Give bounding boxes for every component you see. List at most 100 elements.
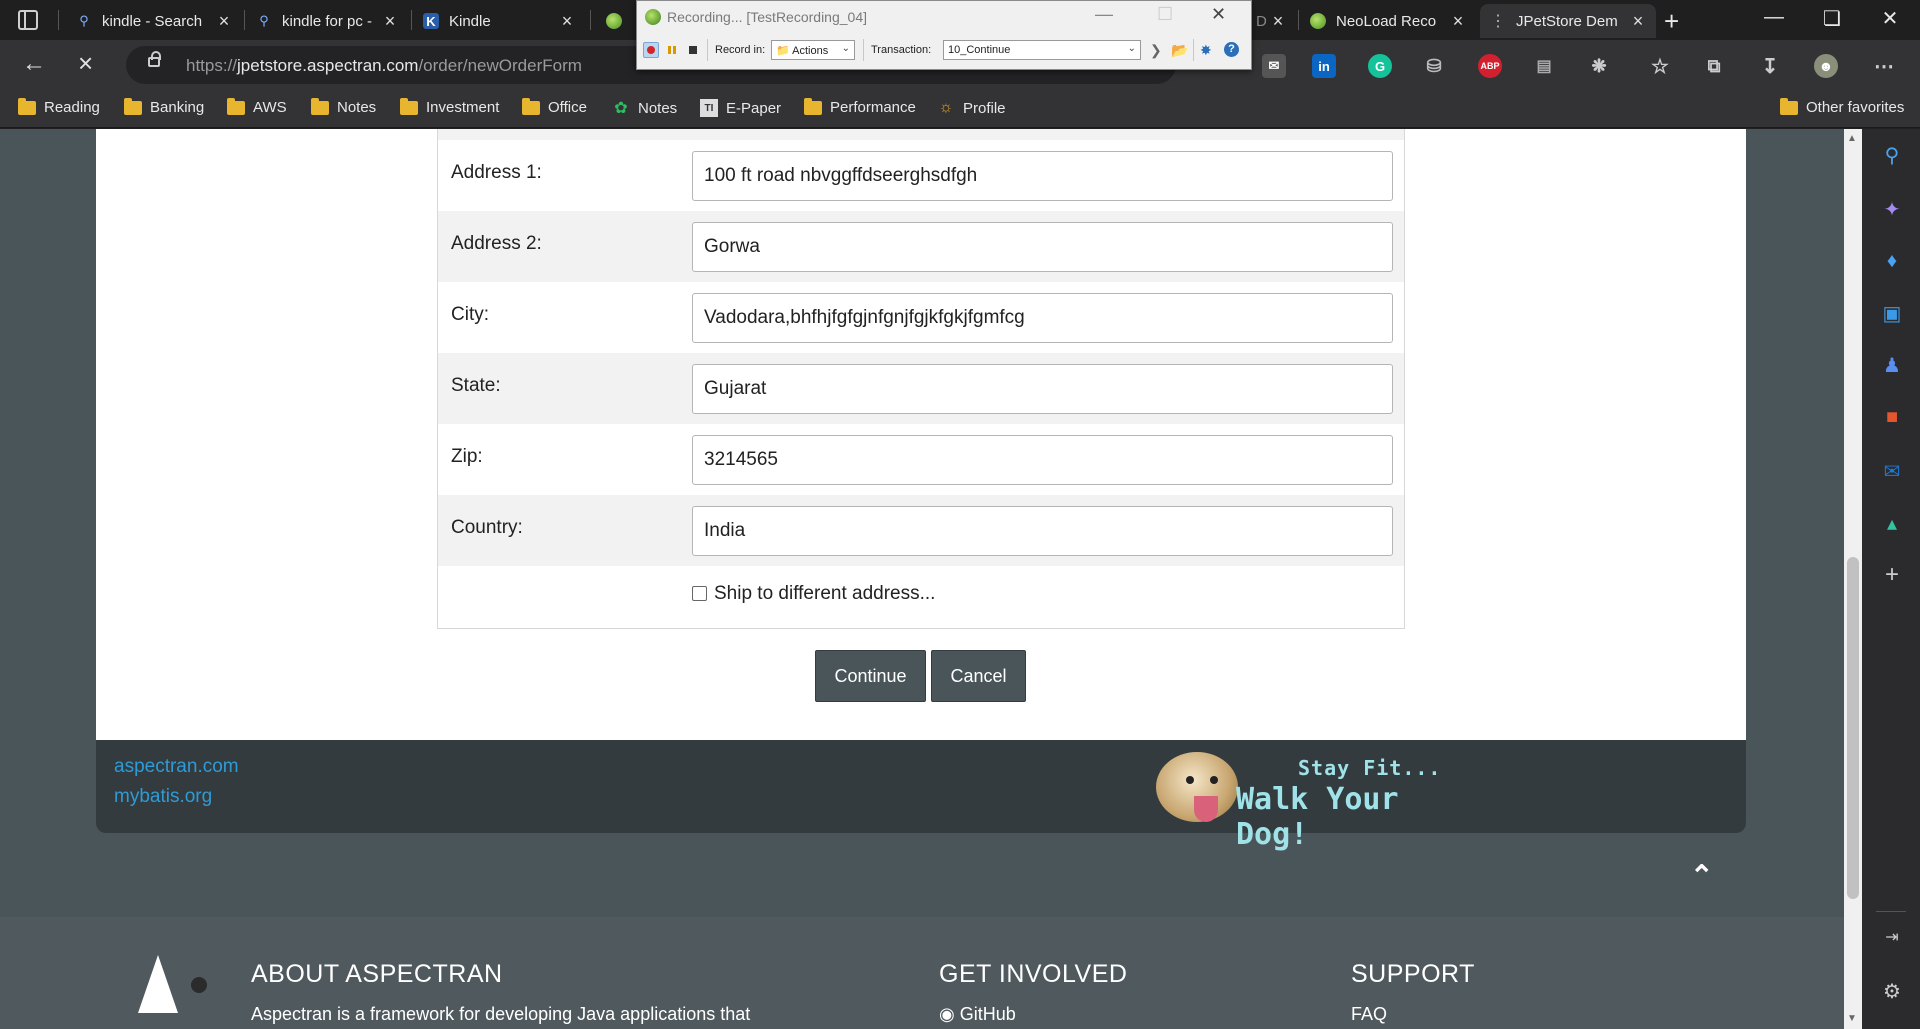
record-in-value: Actions [792, 45, 829, 57]
scroll-to-top-icon[interactable]: ⌃ [1690, 859, 1713, 892]
aspectran-logo [138, 955, 178, 1013]
minimize-icon[interactable]: — [1754, 6, 1794, 29]
zip-input[interactable] [692, 435, 1393, 485]
faq-link[interactable]: FAQ [1351, 1004, 1387, 1025]
address1-input[interactable] [692, 151, 1393, 201]
downloads-icon[interactable]: ↧ [1758, 54, 1782, 78]
close-icon[interactable]: × [557, 11, 577, 32]
favorites-star-icon[interactable]: ☆ [1648, 54, 1672, 78]
tab-kindle-search[interactable]: ⚲ kindle - Search × [66, 4, 242, 38]
url-text[interactable]: https://jpetstore.aspectran.com/order/ne… [186, 56, 582, 76]
bookmark-aws[interactable]: AWS [227, 97, 287, 116]
bookmark-notes[interactable]: Notes [311, 97, 376, 116]
city-input[interactable] [692, 293, 1393, 343]
table-row-ship-different: Ship to different address... [438, 566, 1404, 628]
record-button[interactable] [643, 42, 659, 58]
tab-jpetstore[interactable]: ⋮ JPetStore Dem × [1480, 4, 1656, 38]
ship-different-label[interactable]: Ship to different address... [714, 583, 935, 605]
scroll-up-arrow-icon[interactable]: ▲ [1847, 133, 1857, 144]
restore-icon[interactable]: ❏ [1812, 6, 1852, 31]
close-icon[interactable]: × [1448, 11, 1468, 32]
new-tab-icon[interactable]: + [1664, 6, 1679, 37]
state-label: State: [451, 375, 501, 396]
search-icon[interactable]: ⚲ [1880, 143, 1904, 167]
country-input[interactable] [692, 506, 1393, 556]
continue-button[interactable]: Continue [815, 650, 926, 702]
stop-loading-icon[interactable]: × [78, 48, 93, 79]
tab-actions-icon[interactable] [18, 10, 38, 30]
bookmark-investment[interactable]: Investment [400, 97, 499, 116]
scrollbar-thumb[interactable] [1847, 557, 1859, 899]
tab-neoload-1[interactable] [596, 4, 636, 38]
bookmark-office[interactable]: Office [522, 97, 587, 116]
close-icon[interactable]: × [214, 11, 234, 32]
office-icon[interactable]: ■ [1880, 405, 1904, 429]
scroll-down-arrow-icon[interactable]: ▼ [1847, 1013, 1857, 1024]
close-icon[interactable]: × [1268, 11, 1288, 32]
bookmark-other-favorites[interactable]: Other favorites [1780, 97, 1904, 116]
adblock-plus-icon[interactable]: ABP [1478, 54, 1502, 78]
outlook-icon[interactable]: ✉ [1880, 459, 1904, 483]
transaction-select[interactable]: 10_Continue ⌄ [943, 40, 1141, 60]
github-icon: ◉ [939, 1004, 960, 1024]
address2-input[interactable] [692, 222, 1393, 272]
tab-kindle[interactable]: K Kindle × [413, 4, 585, 38]
ship-different-checkbox[interactable] [692, 586, 707, 601]
page-scrollbar[interactable]: ▲ ▼ [1844, 129, 1862, 1029]
hide-sidebar-icon[interactable]: ⇥ [1880, 925, 1904, 949]
drop-icon[interactable]: ▴ [1880, 511, 1904, 535]
more-menu-icon[interactable]: ⋯ [1872, 54, 1896, 78]
mail-extension-icon[interactable]: ✉ [1262, 54, 1286, 78]
shopping-tag-icon[interactable]: ♦ [1880, 249, 1904, 273]
pause-button[interactable] [664, 42, 680, 58]
footer-link-mybatis[interactable]: mybatis.org [114, 786, 212, 808]
search-icon: ⚲ [79, 13, 89, 28]
tab-kindle-for-pc[interactable]: ⚲ kindle for pc - × [246, 4, 408, 38]
grammarly-icon[interactable]: G [1368, 54, 1392, 78]
back-arrow-icon[interactable]: ← [22, 50, 46, 78]
chart-extension-icon[interactable]: ▤ [1532, 54, 1556, 78]
record-in-select[interactable]: 📁 Actions ⌄ [771, 40, 855, 60]
close-icon[interactable]: ✕ [1211, 4, 1226, 25]
tab-neoload-recorder[interactable]: NeoLoad Reco × [1300, 4, 1476, 38]
order-form-card: Address 1: Address 2: City: State: Zip: … [96, 129, 1746, 740]
close-icon[interactable]: × [380, 11, 400, 32]
bookmark-performance[interactable]: Performance [804, 97, 916, 116]
close-icon[interactable]: × [1628, 11, 1648, 32]
state-input[interactable] [692, 364, 1393, 414]
help-icon[interactable]: ? [1224, 42, 1239, 57]
folder-icon [124, 97, 142, 115]
recording-titlebar[interactable]: Recording... [TestRecording_04] — ☐ ✕ [637, 1, 1251, 33]
bookmark-evernote-notes[interactable]: ✿ Notes [612, 99, 677, 118]
linkedin-extension-icon[interactable]: in [1312, 54, 1336, 78]
stop-button[interactable] [685, 42, 701, 58]
avatar[interactable]: ☻ [1814, 54, 1838, 78]
tab-hidden[interactable]: D × [1246, 4, 1296, 38]
bookmark-banking[interactable]: Banking [124, 97, 204, 116]
transaction-value: 10_Continue [948, 44, 1011, 56]
bookmark-epaper[interactable]: TI E-Paper [700, 99, 781, 117]
games-icon[interactable]: ♟ [1880, 353, 1904, 377]
github-link[interactable]: ◉ GitHub [939, 1004, 1016, 1025]
country-label: Country: [451, 517, 523, 538]
pause-icon [668, 46, 676, 54]
lock-icon[interactable] [148, 51, 161, 67]
folder-icon [1780, 97, 1798, 115]
extension-icon[interactable]: ⛁ [1422, 54, 1446, 78]
next-transaction-icon[interactable]: ❯ [1150, 42, 1162, 59]
collections-icon[interactable]: ⧉ [1702, 54, 1726, 78]
settings-icon[interactable]: ✸ [1200, 42, 1212, 59]
close-window-icon[interactable]: ✕ [1870, 6, 1910, 31]
open-folder-icon[interactable]: 📂 [1171, 42, 1188, 59]
minimize-icon[interactable]: — [1095, 4, 1113, 25]
bookmark-profile[interactable]: ☼ Profile [937, 99, 1006, 117]
add-sidebar-app-icon[interactable]: + [1880, 561, 1904, 588]
table-row-zip: Zip: [438, 424, 1404, 495]
footer-link-aspectran[interactable]: aspectran.com [114, 756, 239, 778]
copilot-icon[interactable]: ✦ [1880, 197, 1904, 221]
cancel-button[interactable]: Cancel [931, 650, 1026, 702]
extensions-puzzle-icon[interactable]: ❋ [1587, 54, 1611, 78]
sidebar-settings-icon[interactable]: ⚙ [1880, 979, 1904, 1003]
bookmark-reading[interactable]: Reading [18, 97, 100, 116]
tools-icon[interactable]: ▣ [1880, 301, 1904, 325]
